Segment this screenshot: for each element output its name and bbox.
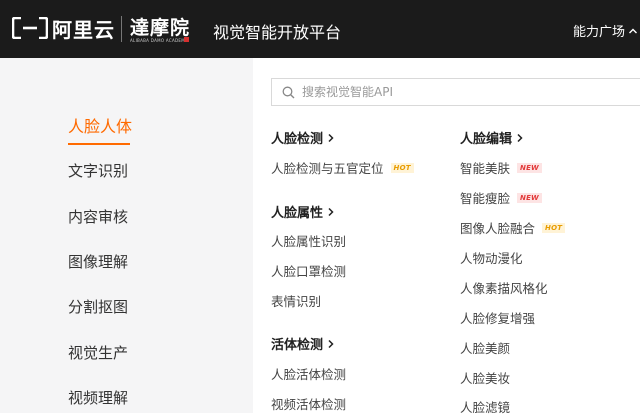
sidebar-item-visual-production[interactable]: 视觉生产 bbox=[68, 342, 128, 363]
api-item-label: 人脸属性识别 bbox=[271, 234, 347, 249]
chevron-right-icon bbox=[328, 207, 334, 216]
top-nav-label: 能力广场 bbox=[573, 25, 626, 40]
chevron-up-icon bbox=[629, 28, 638, 33]
api-item-smart-skin[interactable]: 智能美肤 NEW bbox=[460, 158, 542, 177]
new-badge: NEW bbox=[517, 192, 542, 203]
api-item-face-restoration[interactable]: 人脸修复增强 bbox=[460, 308, 535, 327]
api-search-box[interactable] bbox=[271, 78, 640, 106]
category-face-attributes[interactable]: 人脸属性 bbox=[271, 202, 335, 221]
category-title: 人脸检测 bbox=[271, 132, 324, 147]
api-item-face-attribute-recognition[interactable]: 人脸属性识别 bbox=[271, 231, 346, 250]
search-input[interactable] bbox=[302, 82, 632, 102]
search-icon bbox=[282, 86, 295, 99]
sidebar-item-segmentation[interactable]: 分割抠图 bbox=[68, 296, 128, 317]
category-face-editing[interactable]: 人脸编辑 bbox=[460, 128, 524, 147]
api-item-label: 人脸美妆 bbox=[460, 371, 511, 386]
sidebar-item-video-understanding[interactable]: 视频理解 bbox=[68, 387, 128, 408]
api-item-label: 人脸检测与五官定位 bbox=[271, 161, 384, 176]
api-item-label: 智能瘦脸 bbox=[460, 191, 511, 206]
api-item-label: 视频活体检测 bbox=[271, 397, 347, 412]
api-item-sketch-style[interactable]: 人像素描风格化 bbox=[460, 278, 548, 297]
api-item-face-mask-detection[interactable]: 人脸口罩检测 bbox=[271, 261, 346, 280]
api-item-expression-recognition[interactable]: 表情识别 bbox=[271, 291, 321, 310]
platform-title[interactable]: 视觉智能开放平台 bbox=[213, 19, 341, 43]
api-item-face-slimming[interactable]: 智能瘦脸 NEW bbox=[460, 188, 542, 207]
api-item-face-merge[interactable]: 图像人脸融合 HOT bbox=[460, 218, 566, 237]
damo-seal-icon bbox=[184, 37, 189, 42]
sidebar-active-indicator bbox=[68, 143, 130, 145]
hot-badge: HOT bbox=[390, 162, 414, 173]
top-nav-capability-square[interactable]: 能力广场 bbox=[573, 21, 638, 40]
api-item-face-liveness[interactable]: 人脸活体检测 bbox=[271, 364, 346, 383]
damo-academy-subtitle: ALIBABA DAMO ACADEMY bbox=[130, 38, 188, 43]
hot-badge: HOT bbox=[542, 222, 566, 233]
api-item-label: 人脸滤镜 bbox=[460, 400, 511, 415]
logo-divider bbox=[121, 16, 122, 42]
aliyun-logo-icon[interactable] bbox=[12, 17, 48, 39]
sidebar-item-image-understanding[interactable]: 图像理解 bbox=[68, 251, 128, 272]
category-title: 活体检测 bbox=[271, 338, 324, 353]
api-item-label: 人像素描风格化 bbox=[460, 281, 548, 296]
sidebar-item-ocr[interactable]: 文字识别 bbox=[68, 160, 128, 181]
api-item-face-beauty[interactable]: 人脸美颜 bbox=[460, 338, 510, 357]
api-item-label: 人脸修复增强 bbox=[460, 311, 536, 326]
api-item-label: 人物动漫化 bbox=[460, 251, 523, 266]
aliyun-logo-text[interactable]: 阿里云 bbox=[52, 14, 115, 43]
category-face-detection[interactable]: 人脸检测 bbox=[271, 128, 335, 147]
api-item-video-liveness[interactable]: 视频活体检测 bbox=[271, 394, 346, 413]
category-title: 人脸编辑 bbox=[460, 132, 513, 147]
chevron-right-icon bbox=[328, 133, 334, 142]
api-item-anime-portrait[interactable]: 人物动漫化 bbox=[460, 248, 523, 267]
api-item-face-makeup[interactable]: 人脸美妆 bbox=[460, 368, 510, 387]
api-item-label: 人脸口罩检测 bbox=[271, 264, 347, 279]
api-item-label: 智能美肤 bbox=[460, 161, 511, 176]
sidebar-item-content-moderation[interactable]: 内容审核 bbox=[68, 206, 128, 227]
api-item-face-filter[interactable]: 人脸滤镜 bbox=[460, 397, 510, 416]
chevron-right-icon bbox=[517, 133, 523, 142]
api-item-label: 图像人脸融合 bbox=[460, 221, 536, 236]
category-title: 人脸属性 bbox=[271, 206, 324, 221]
damo-academy-logo[interactable]: 達摩院 bbox=[130, 13, 190, 40]
chevron-right-icon bbox=[328, 339, 334, 348]
api-item-label: 人脸活体检测 bbox=[271, 367, 347, 382]
new-badge: NEW bbox=[517, 162, 542, 173]
api-item-label: 人脸美颜 bbox=[460, 341, 511, 356]
api-item-label: 表情识别 bbox=[271, 294, 322, 309]
sidebar-item-face-body[interactable]: 人脸人体 bbox=[68, 113, 132, 137]
top-header: 阿里云 達摩院 ALIBABA DAMO ACADEMY 视觉智能开放平台 能力… bbox=[0, 0, 640, 58]
api-item-face-detect-landmarks[interactable]: 人脸检测与五官定位 HOT bbox=[271, 158, 414, 177]
category-liveness-detection[interactable]: 活体检测 bbox=[271, 334, 335, 353]
